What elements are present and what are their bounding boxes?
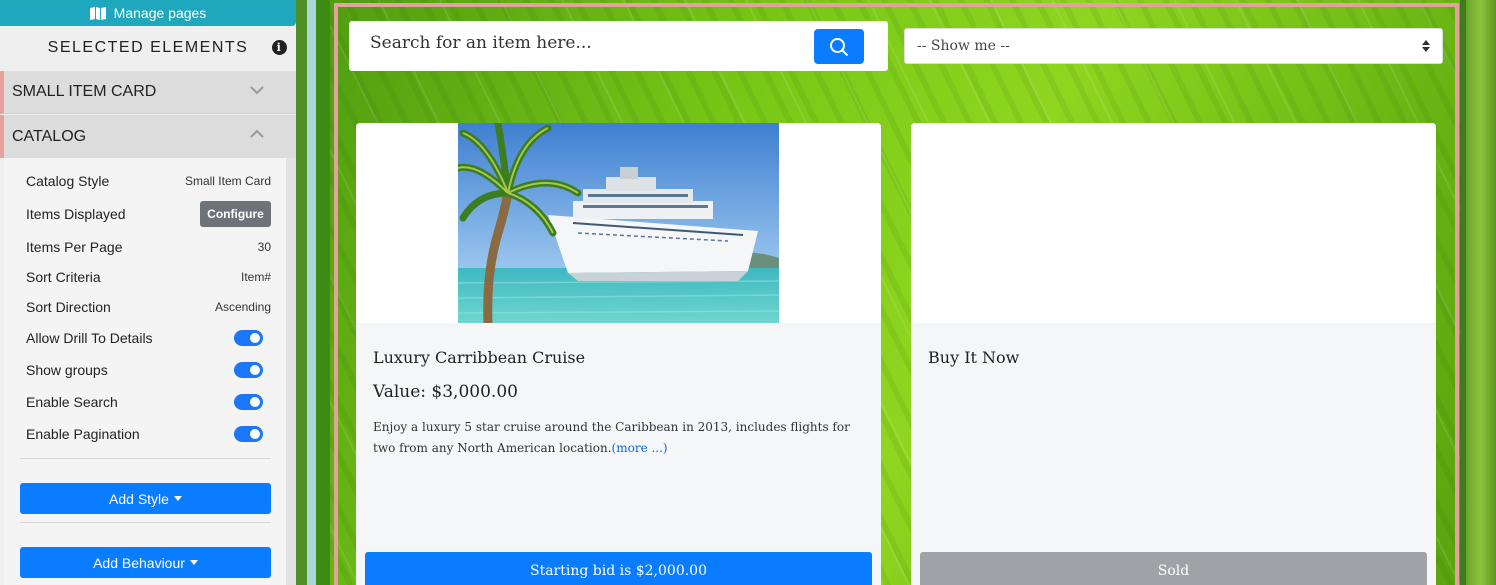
sidebar: Manage pages SELECTED ELEMENTS i SMALL I… — [0, 0, 296, 585]
card-title[interactable]: Buy It Now — [928, 348, 1019, 367]
card-description: Enjoy a luxury 5 star cruise around the … — [373, 417, 853, 459]
prop-catalog-style[interactable]: Catalog Style Small Item Card — [26, 171, 271, 191]
more-link[interactable]: (more ...) — [612, 441, 668, 455]
item-card[interactable]: Buy It Now Sold — [911, 123, 1436, 585]
prop-sort-direction[interactable]: Sort Direction Ascending — [26, 297, 271, 317]
selected-elements-title: SELECTED ELEMENTS — [47, 39, 249, 56]
prop-value[interactable]: Ascending — [215, 300, 271, 314]
sidebar-scrollbar[interactable] — [286, 158, 296, 585]
accordion-label: CATALOG — [12, 127, 87, 145]
search-box — [349, 21, 888, 71]
enable-pagination-toggle[interactable] — [234, 426, 263, 442]
show-me-select[interactable]: -- Show me -- — [904, 28, 1443, 64]
card-title[interactable]: Luxury Carribbean Cruise — [373, 348, 585, 367]
card-image-area — [911, 123, 1436, 323]
prop-label: Show groups — [26, 362, 108, 378]
search-icon — [830, 37, 849, 56]
accordion-label: SMALL ITEM CARD — [12, 83, 157, 100]
prop-show-groups: Show groups — [26, 360, 271, 380]
prop-allow-drill: Allow Drill To Details — [26, 328, 271, 348]
item-card[interactable]: Luxury Carribbean Cruise Value: $3,000.0… — [356, 123, 881, 585]
map-icon — [89, 6, 106, 20]
caret-down-icon — [189, 560, 198, 565]
page-edge-strip — [316, 0, 330, 585]
add-behaviour-button[interactable]: Add Behaviour — [20, 547, 271, 578]
divider — [20, 522, 271, 523]
card-image-area — [356, 123, 881, 323]
chevron-up-icon — [250, 129, 264, 138]
info-icon[interactable]: i — [272, 40, 287, 55]
prop-enable-pagination: Enable Pagination — [26, 424, 271, 444]
prop-label: Enable Search — [26, 394, 118, 410]
prop-label: Sort Criteria — [26, 269, 101, 285]
caret-down-icon — [173, 496, 182, 501]
prop-label: Allow Drill To Details — [26, 330, 153, 346]
prop-sort-criteria[interactable]: Sort Criteria Item# — [26, 267, 271, 287]
page-edge-strip — [307, 0, 316, 585]
add-style-label: Add Style — [109, 490, 169, 507]
search-input[interactable] — [370, 33, 790, 53]
page-edge-strip — [296, 0, 307, 585]
prop-label: Items Per Page — [26, 239, 123, 255]
prop-value[interactable]: Item# — [241, 270, 271, 284]
prop-label: Catalog Style — [26, 173, 110, 189]
accordion-catalog[interactable]: CATALOG — [0, 115, 296, 158]
enable-search-toggle[interactable] — [234, 394, 263, 410]
configure-button[interactable]: Configure — [200, 201, 271, 227]
divider — [20, 458, 271, 459]
prop-items-displayed: Items Displayed Configure — [26, 201, 271, 227]
prop-items-per-page[interactable]: Items Per Page 30 — [26, 237, 271, 257]
prop-label: Enable Pagination — [26, 426, 140, 442]
manage-pages-label: Manage pages — [113, 5, 207, 21]
allow-drill-toggle[interactable] — [234, 330, 263, 346]
prop-label: Sort Direction — [26, 299, 111, 315]
prop-enable-search: Enable Search — [26, 392, 271, 412]
select-arrows-icon — [1422, 40, 1430, 52]
manage-pages-button[interactable]: Manage pages — [0, 0, 296, 26]
card-value: Value: $3,000.00 — [373, 382, 518, 402]
page-edge-strip — [1466, 0, 1496, 585]
show-groups-toggle[interactable] — [234, 362, 263, 378]
starting-bid-button[interactable]: Starting bid is $2,000.00 — [365, 552, 872, 585]
add-style-button[interactable]: Add Style — [20, 483, 271, 514]
add-behaviour-label: Add Behaviour — [93, 554, 185, 571]
prop-value[interactable]: 30 — [258, 240, 271, 254]
prop-value[interactable]: Small Item Card — [185, 174, 271, 188]
cruise-ship-image[interactable] — [458, 123, 779, 323]
prop-label: Items Displayed — [26, 206, 126, 222]
search-button[interactable] — [814, 29, 864, 64]
catalog-canvas: -- Show me -- — [296, 0, 1496, 585]
select-value: -- Show me -- — [917, 38, 1010, 54]
sold-button[interactable]: Sold — [920, 552, 1427, 585]
accordion-small-item-card[interactable]: SMALL ITEM CARD — [0, 71, 296, 114]
chevron-down-icon — [250, 86, 264, 95]
selected-elements-header: SELECTED ELEMENTS i — [0, 26, 296, 70]
